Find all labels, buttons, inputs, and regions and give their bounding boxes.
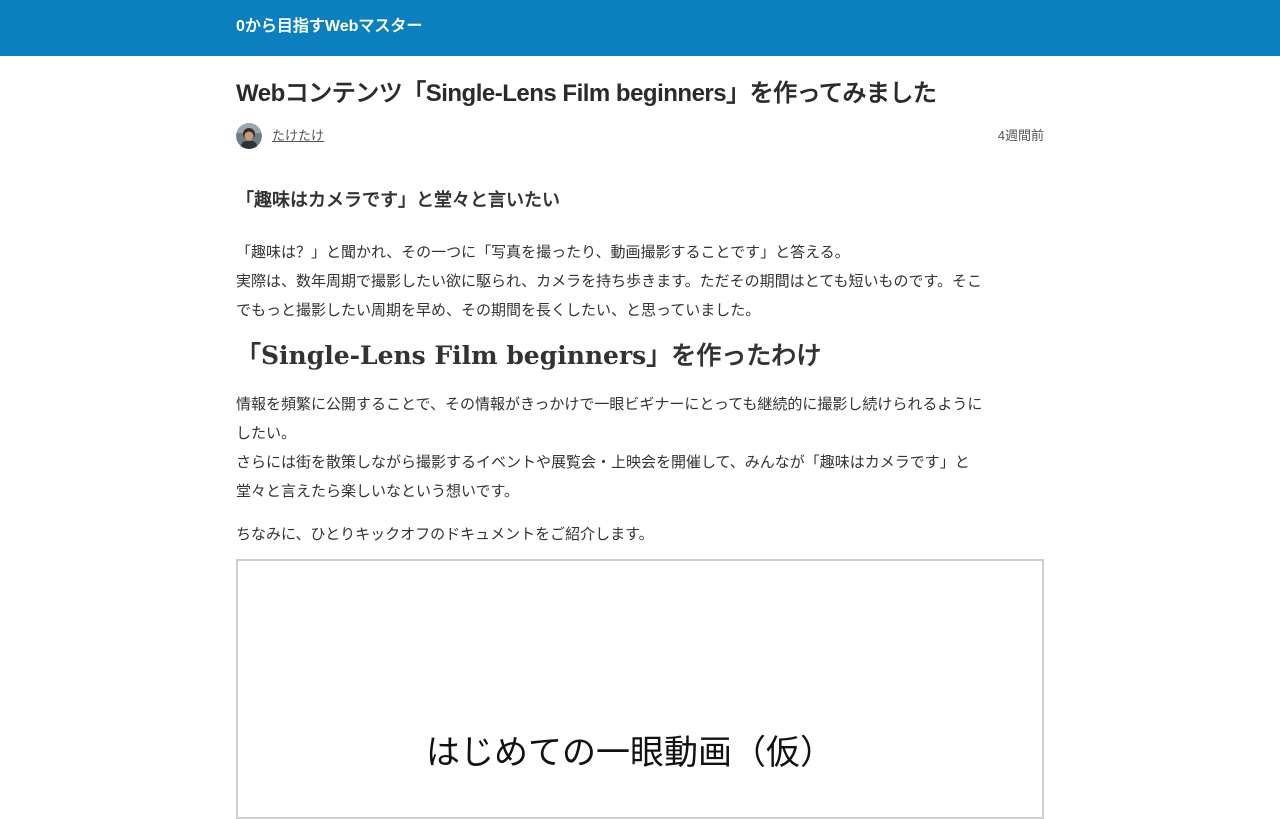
post-meta: たけたけ 4週間前 [236,123,1044,149]
paragraph-kickoff: ちなみに、ひとりキックオフのドキュメントをご紹介します。 [236,525,654,543]
post-date: 4週間前 [997,128,1044,143]
site-header: 0から目指すWebマスター [0,0,1280,56]
embedded-slide-image[interactable]: はじめての一眼動画（仮） [236,559,1044,819]
site-title-link[interactable]: 0から目指すWebマスター [236,17,422,37]
paragraph-intro: 「趣味は？」と聞かれ、その一つに「写真を撮ったり、動画撮影することです」と答える… [236,238,1044,325]
slide-title-text: はじめての一眼動画（仮） [426,733,834,773]
section-heading-hobby: 「趣味はカメラです」と堂々と言いたい [236,190,560,211]
section-heading-why: 「Single-Lens Film beginners」を作ったわけ [236,341,822,370]
post-content: 「趣味はカメラです」と堂々と言いたい 「趣味は？」と聞かれ、その一つに「写真を撮… [236,186,1044,563]
avatar-icon [236,123,262,149]
author-avatar[interactable] [236,123,262,149]
paragraph-line: 「趣味は？」と聞かれ、その一つに「写真を撮ったり、動画撮影することです」と答える… [236,243,850,261]
author-name[interactable]: たけたけ [272,128,324,144]
post-title: Webコンテンツ「Single-Lens Film beginners」を作って… [236,80,937,107]
paragraph-line: したい。 [236,424,297,442]
paragraph-line: でもっと撮影したい周期を早め、その期間を長くしたい、と思っていました。 [236,301,761,319]
paragraph-line: 情報を頻繁に公開することで、その情報がきっかけで一眼ビギナーにとっても継続的に撮… [236,395,983,413]
paragraph-line: 実際は、数年周期で撮影したい欲に駆られ、カメラを持ち歩きます。ただその期間はとて… [236,272,982,290]
paragraph-line: さらには街を散策しながら撮影するイベントや展覧会・上映会を開催して、みんなが「趣… [236,453,970,471]
paragraph-line: 堂々と言えたら楽しいなという想いです。 [236,482,520,500]
paragraph-why: 情報を頻繁に公開することで、その情報がきっかけで一眼ビギナーにとっても継続的に撮… [236,390,1044,506]
